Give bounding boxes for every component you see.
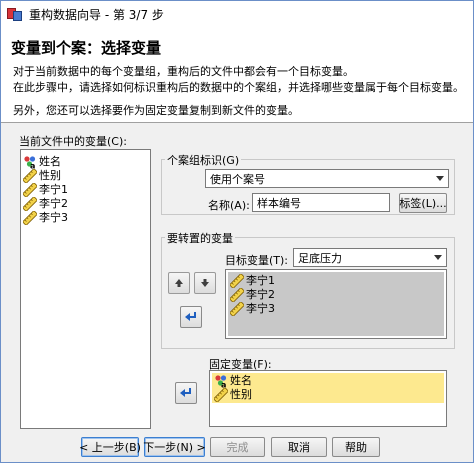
help-button[interactable]: 帮助 — [332, 437, 380, 457]
transpose-listbox[interactable]: 李宁1 李宁2 李宁3 — [225, 269, 447, 339]
list-item-label: 性别 — [39, 169, 61, 182]
nominal-string-icon — [214, 374, 228, 388]
move-up-button[interactable] — [168, 272, 190, 294]
move-down-button[interactable] — [194, 272, 216, 294]
step-description-3: 另外，您还可以选择要作为固定变量复制到新文件的变量。 — [13, 104, 299, 117]
step-description-2: 在此步骤中，请选择如何标识重构后的数据中的个案组，并选择哪些变量属于每个目标变量… — [13, 81, 464, 94]
arrow-up-icon — [175, 279, 183, 287]
list-item-label: 李宁1 — [39, 183, 68, 196]
list-item[interactable]: 李宁1 — [21, 183, 150, 197]
name-input[interactable]: 样本编号 — [252, 193, 390, 212]
arrow-down-icon — [201, 279, 209, 287]
scale-ruler-icon — [23, 169, 37, 183]
scale-ruler-icon — [23, 211, 37, 225]
step-title: 变量到个案：选择变量 — [11, 39, 162, 57]
arrow-left-icon — [180, 388, 191, 397]
arrow-left-icon — [185, 312, 196, 321]
list-item-label: 李宁3 — [39, 211, 68, 224]
cancel-button[interactable]: 取消 — [271, 437, 327, 457]
next-button[interactable]: 下一步(N) > — [143, 437, 206, 457]
list-item[interactable]: 李宁2 — [228, 288, 444, 302]
scale-ruler-icon — [230, 302, 244, 316]
scale-ruler-icon — [230, 274, 244, 288]
list-item[interactable]: 李宁3 — [228, 302, 444, 316]
transpose-title: 要转置的变量 — [165, 230, 235, 246]
chevron-down-icon — [434, 255, 442, 260]
step-description-1: 对于当前数据中的每个变量组，重构后的文件中都会有一个目标变量。 — [13, 65, 354, 78]
label-button[interactable]: 标签(L)... — [399, 193, 447, 213]
scale-ruler-icon — [214, 388, 228, 402]
list-item[interactable]: 李宁2 — [21, 197, 150, 211]
target-variable-value: 足底压力 — [298, 251, 342, 265]
case-group-title: 个案组标识(G) — [165, 152, 242, 168]
window-title: 重构数据向导 - 第 3/7 步 — [29, 7, 164, 22]
list-item-label: 李宁3 — [246, 302, 275, 315]
list-item[interactable]: 姓名 — [212, 374, 444, 388]
scale-ruler-icon — [23, 183, 37, 197]
target-variable-label: 目标变量(T): — [225, 254, 289, 267]
move-to-fixed-button[interactable] — [175, 382, 197, 404]
wizard-header: 变量到个案：选择变量 对于当前数据中的每个变量组，重构后的文件中都会有一个目标变… — [1, 27, 473, 123]
selection-highlight: 姓名 性别 — [212, 373, 444, 403]
list-item[interactable]: 性别 — [212, 388, 444, 402]
case-group-method-value: 使用个案号 — [210, 172, 265, 186]
nominal-string-icon — [23, 155, 37, 169]
prev-button[interactable]: < 上一步(B) — [79, 437, 141, 457]
list-item-label: 李宁2 — [246, 288, 275, 301]
list-item-label: 李宁2 — [39, 197, 68, 210]
current-vars-listbox[interactable]: 姓名 性别 李宁1 李宁2 李宁3 — [20, 149, 151, 429]
list-item[interactable]: 性别 — [21, 169, 150, 183]
fixed-vars-listbox[interactable]: 姓名 性别 — [209, 370, 447, 427]
list-item[interactable]: 李宁1 — [228, 274, 444, 288]
target-variable-select[interactable]: 足底压力 — [293, 248, 447, 267]
list-item-label: 李宁1 — [246, 274, 275, 287]
list-item-label: 姓名 — [230, 374, 252, 387]
finish-button[interactable]: 完成 — [210, 437, 265, 457]
current-vars-label: 当前文件中的变量(C): — [19, 135, 127, 148]
scale-ruler-icon — [230, 288, 244, 302]
scale-ruler-icon — [23, 197, 37, 211]
title-bar: 重构数据向导 - 第 3/7 步 — [1, 1, 473, 27]
case-group-method-select[interactable]: 使用个案号 — [205, 169, 449, 188]
restructure-wizard-window: 重构数据向导 - 第 3/7 步 变量到个案：选择变量 对于当前数据中的每个变量… — [0, 0, 474, 463]
name-label: 名称(A): — [208, 199, 250, 212]
chevron-down-icon — [436, 176, 444, 181]
name-input-value: 样本编号 — [257, 196, 301, 210]
list-item[interactable]: 李宁3 — [21, 211, 150, 225]
list-item-label: 姓名 — [39, 155, 61, 168]
app-icon — [7, 6, 23, 22]
list-item[interactable]: 姓名 — [21, 155, 150, 169]
move-to-transpose-button[interactable] — [180, 306, 202, 328]
list-item-label: 性别 — [230, 388, 252, 401]
selection-highlight: 李宁1 李宁2 李宁3 — [228, 272, 444, 336]
